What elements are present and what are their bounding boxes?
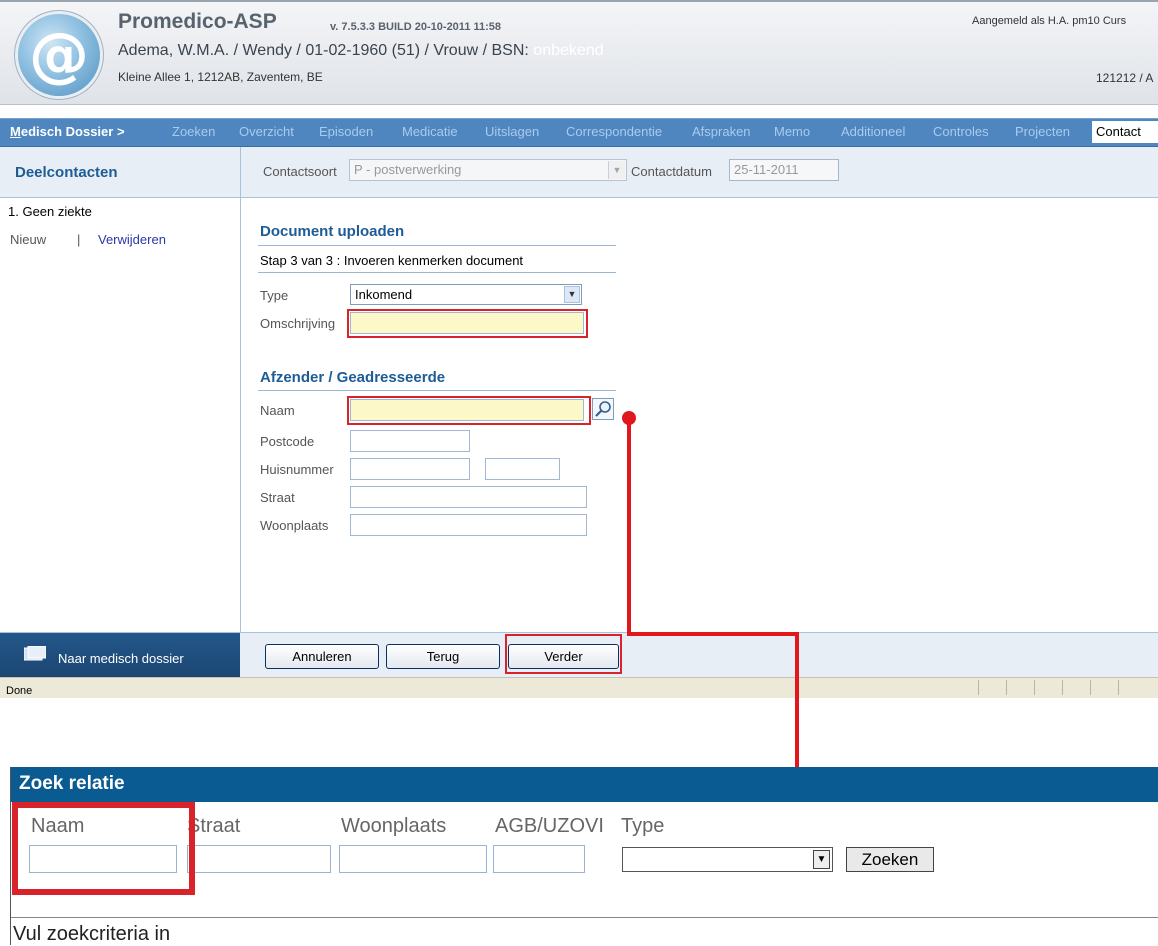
deelcontacten-panel: Deelcontacten 1. Geen ziekte Nieuw | Ver…	[0, 147, 241, 677]
postcode-label: Postcode	[260, 434, 315, 449]
patient-details: Adema, W.M.A. / Wendy / 01-02-1960 (51) …	[118, 42, 529, 59]
contactsoort-value: P - postverwerking	[354, 162, 462, 177]
dialog-type-select[interactable]: ▼	[622, 847, 833, 872]
app-name: Promedico-ASP	[118, 10, 277, 33]
app-header: @ Promedico-ASP v. 7.5.3.3 BUILD 20-10-2…	[0, 2, 1158, 105]
huisnummer-label: Huisnummer	[260, 462, 334, 477]
connector-line	[627, 632, 799, 636]
dialog-straat-input[interactable]	[187, 845, 331, 873]
highlight-box	[347, 309, 588, 338]
deelcontacten-header: Deelcontacten	[0, 147, 240, 198]
connector-line	[627, 418, 631, 636]
version-label: v. 7.5.3.3 BUILD 20-10-2011 11:58	[330, 21, 502, 33]
naar-medisch-dossier-label: Naar medisch dossier	[58, 651, 184, 666]
section-divider	[258, 245, 616, 246]
patient-info: Adema, W.M.A. / Wendy / 01-02-1960 (51) …	[118, 42, 604, 60]
type-label: Type	[260, 288, 289, 303]
nav-medisch-dossier[interactable]: Medisch Dossier >	[10, 124, 125, 139]
postcode-input[interactable]	[350, 430, 470, 452]
dialog-agb-label: AGB/UZOVI	[495, 815, 604, 837]
status-cell	[1062, 680, 1087, 695]
nieuw-link[interactable]: Nieuw	[10, 232, 46, 247]
nav-afspraken[interactable]: Afspraken	[692, 124, 751, 139]
nav-controles[interactable]: Controles	[933, 124, 989, 139]
main-navigation: Medisch Dossier > Zoeken Overzicht Episo…	[0, 118, 1158, 147]
patient-address: Kleine Allee 1, 1212AB, Zaventem, BE	[118, 70, 323, 84]
section-divider	[258, 390, 616, 391]
straat-label: Straat	[260, 490, 295, 505]
woonplaats-input[interactable]	[350, 514, 587, 536]
omschrijving-label: Omschrijving	[260, 316, 336, 331]
dialog-divider	[11, 917, 1158, 918]
nav-zoeken[interactable]: Zoeken	[172, 124, 215, 139]
highlight-box	[505, 634, 622, 674]
nav-episoden[interactable]: Episoden	[319, 124, 373, 139]
nav-correspondentie[interactable]: Correspondentie	[566, 124, 662, 139]
dialog-title: Zoek relatie	[19, 773, 125, 794]
nav-additioneel[interactable]: Additioneel	[841, 124, 905, 139]
link-separator: |	[77, 232, 81, 247]
status-cell	[1006, 680, 1031, 695]
dialog-type-label: Type	[621, 815, 665, 837]
dialog-agb-input[interactable]	[493, 845, 585, 873]
chevron-down-icon: ▼	[813, 850, 830, 869]
step-indicator: Stap 3 van 3 : Invoeren kenmerken docume…	[260, 253, 524, 268]
dialog-header: Zoek relatie	[11, 767, 1158, 802]
verwijderen-link[interactable]: Verwijderen	[98, 232, 166, 247]
chevron-down-icon: ▼	[564, 286, 580, 303]
folder-icon	[24, 646, 46, 661]
dialog-woonplaats-input[interactable]	[339, 845, 487, 873]
status-cell	[1090, 680, 1115, 695]
chevron-down-icon: ▼	[608, 161, 625, 179]
patient-id: 121212 / A	[1096, 71, 1154, 85]
zoeken-button[interactable]: Zoeken	[846, 847, 934, 872]
nav-medicatie[interactable]: Medicatie	[402, 124, 458, 139]
browser-status-bar: Done	[0, 677, 1158, 698]
straat-input[interactable]	[350, 486, 587, 508]
afzender-title: Afzender / Geadresseerde	[260, 369, 446, 386]
type-select[interactable]: Inkomend ▼	[350, 284, 582, 305]
contactsoort-label: Contactsoort	[263, 164, 337, 179]
at-logo-icon: @	[18, 14, 100, 96]
contactsoort-select[interactable]: P - postverwerking ▼	[349, 159, 627, 181]
nav-memo[interactable]: Memo	[774, 124, 810, 139]
huisnummer-toevoeging-input[interactable]	[485, 458, 560, 480]
status-cell	[1034, 680, 1059, 695]
terug-button[interactable]: Terug	[386, 644, 500, 669]
naam-label: Naam	[260, 403, 295, 418]
section-divider	[258, 272, 616, 273]
nav-uitslagen[interactable]: Uitslagen	[485, 124, 539, 139]
dialog-straat-label: Straat	[187, 815, 241, 837]
zoek-relatie-dialog: Zoek relatie Naam Straat Woonplaats AGB/…	[10, 767, 1158, 945]
highlight-box	[347, 396, 591, 425]
action-bar: Naar medisch dossier Annuleren Terug Ver…	[0, 632, 1158, 678]
contactdatum-input[interactable]: 25-11-2011	[729, 159, 839, 181]
highlight-box	[12, 802, 195, 895]
nav-overzicht[interactable]: Overzicht	[239, 124, 294, 139]
promedico-window: @ Promedico-ASP v. 7.5.3.3 BUILD 20-10-2…	[0, 0, 1158, 698]
dialog-woonplaats-label: Woonplaats	[341, 815, 447, 837]
status-cell	[1118, 680, 1143, 695]
search-icon[interactable]	[592, 398, 614, 420]
nav-projecten[interactable]: Projecten	[1015, 124, 1070, 139]
status-text: Done	[6, 685, 33, 697]
tab-contact[interactable]: Contact	[1092, 121, 1158, 143]
annuleren-button[interactable]: Annuleren	[265, 644, 379, 669]
status-cell	[978, 680, 1003, 695]
bsn-value: onbekend	[533, 42, 604, 59]
deelcontact-item[interactable]: 1. Geen ziekte	[8, 204, 92, 219]
woonplaats-label: Woonplaats	[260, 518, 329, 533]
logged-in-label: Aangemeld als H.A. pm10 Curs	[972, 15, 1127, 27]
deelcontacten-title: Deelcontacten	[15, 164, 118, 181]
document-uploaden-title: Document uploaden	[260, 223, 405, 240]
naar-medisch-dossier-button[interactable]: Naar medisch dossier	[0, 633, 240, 678]
huisnummer-input[interactable]	[350, 458, 470, 480]
type-value: Inkomend	[355, 287, 413, 302]
contactdatum-label: Contactdatum	[631, 164, 712, 179]
dialog-hint: Vul zoekcriteria in	[13, 923, 171, 945]
